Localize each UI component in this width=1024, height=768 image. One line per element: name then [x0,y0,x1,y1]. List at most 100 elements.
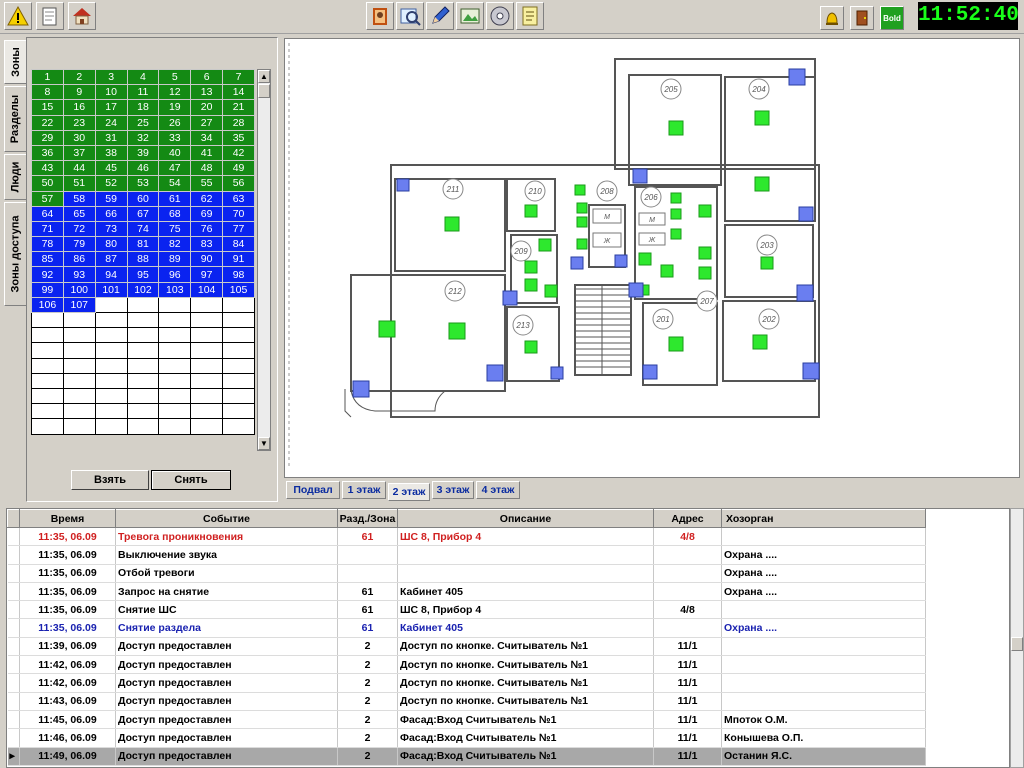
report-list-icon[interactable] [516,2,544,30]
zone-cell[interactable]: 44 [62,160,96,177]
event-row[interactable]: 11:35, 06.09 Тревога проникновения 61 ШС 8,… [7,527,926,547]
sensor-icon[interactable] [524,278,538,292]
zone-cell[interactable]: 6 [190,68,224,86]
take-button[interactable]: Взять [71,470,149,490]
zone-cell[interactable]: 103 [158,281,192,298]
operator-book-icon[interactable] [366,2,394,30]
tab-access-zones[interactable]: Зоны доступа [4,202,26,306]
zone-cell[interactable]: 81 [126,236,160,253]
zone-cell[interactable]: 1 [31,68,64,86]
event-row[interactable]: 11:46, 06.09 Доступ предоставлен 2 Фасад:Вх… [7,728,926,748]
zone-cell[interactable]: 25 [126,114,160,131]
zone-cell[interactable]: 5 [158,68,192,86]
column-header-owner[interactable]: Хозорган [721,509,926,528]
sensor-icon[interactable] [670,208,682,220]
zone-cell[interactable]: 11 [126,84,160,101]
zone-cell[interactable]: 84 [222,236,255,253]
sensor-icon[interactable] [670,228,682,240]
zone-cell[interactable]: 62 [190,190,224,207]
zone-cell[interactable]: 24 [94,114,128,131]
zone-cell[interactable]: 37 [62,144,96,162]
zone-cell[interactable]: 30 [62,129,96,146]
tab-floor-4[interactable]: 4 этаж [476,481,520,499]
zone-cell[interactable]: 64 [31,205,64,222]
sensor-icon[interactable] [752,334,768,350]
exit-door-icon[interactable] [850,6,874,30]
zone-cell[interactable]: 86 [62,251,96,268]
zone-cell[interactable]: 98 [222,266,255,283]
sensor-icon[interactable] [576,238,588,250]
zone-cell[interactable]: 49 [222,160,255,177]
sensor-icon[interactable] [538,238,552,252]
sensor-icon[interactable] [698,266,712,280]
sensor-icon[interactable] [444,216,460,232]
edit-pen-icon[interactable] [426,2,454,30]
column-header-event[interactable]: Событие [115,509,338,528]
zone-cell[interactable]: 104 [190,281,224,298]
zone-cell[interactable]: 42 [222,144,255,162]
zone-cell[interactable]: 65 [62,205,96,222]
sensor-icon[interactable] [524,340,538,354]
zone-cell[interactable]: 45 [94,160,128,177]
column-header-zone[interactable]: Разд./Зона [337,509,398,528]
sensor-icon[interactable] [576,202,588,214]
zone-cell[interactable]: 31 [94,129,128,146]
zone-cell[interactable]: 33 [158,129,192,146]
sensor-icon[interactable] [576,216,588,228]
event-row[interactable]: 11:35, 06.09 Запрос на снятие 61 Кабинет 40… [7,582,926,602]
sensor-icon[interactable] [378,320,396,338]
tab-people[interactable]: Люди [4,154,26,200]
event-log-scrollbar[interactable] [1010,508,1024,768]
zone-cell[interactable]: 38 [94,144,128,162]
event-row[interactable]: ▸ 11:49, 06.09 Доступ предоставлен 2 Фасад:В… [7,747,926,766]
zone-cell[interactable]: 10 [94,84,128,101]
disk-icon[interactable] [486,2,514,30]
zone-cell[interactable]: 18 [126,99,160,116]
zone-cell[interactable]: 29 [31,129,64,146]
reader-icon[interactable] [396,178,410,192]
zone-cell[interactable]: 88 [126,251,160,268]
sensor-icon[interactable] [668,120,684,136]
zone-cell[interactable]: 56 [222,175,255,192]
reader-icon[interactable] [788,68,806,86]
zone-cell[interactable]: 40 [158,144,192,162]
zone-cell[interactable]: 85 [31,251,64,268]
reader-icon[interactable] [550,366,564,380]
zone-cell[interactable]: 17 [94,99,128,116]
zone-cell[interactable]: 35 [222,129,255,146]
zone-cell[interactable]: 15 [31,99,64,116]
zone-cell[interactable]: 60 [126,190,160,207]
zone-cell[interactable] [158,296,192,314]
zone-cell[interactable]: 79 [62,236,96,253]
zone-cell[interactable]: 63 [222,190,255,207]
sensor-icon[interactable] [754,176,770,192]
sensor-icon[interactable] [448,322,466,340]
zone-cell[interactable]: 99 [31,281,64,298]
home-icon[interactable] [68,2,96,30]
zone-cell[interactable]: 43 [31,160,64,177]
zone-cell[interactable]: 13 [190,84,224,101]
zone-cell[interactable]: 46 [126,160,160,177]
sensor-icon[interactable] [574,184,586,196]
event-row[interactable]: 11:42, 06.09 Доступ предоставлен 2 Доступ п… [7,673,926,693]
scroll-up-icon[interactable]: ▲ [258,70,270,83]
map-search-icon[interactable] [396,2,424,30]
zone-cell[interactable]: 12 [158,84,192,101]
column-header-description[interactable]: Описание [397,509,654,528]
event-row[interactable]: 11:42, 06.09 Доступ предоставлен 2 Доступ п… [7,655,926,675]
zone-cell[interactable]: 97 [190,266,224,283]
zone-cell[interactable]: 69 [190,205,224,222]
zone-cell[interactable]: 78 [31,236,64,253]
zone-cell[interactable]: 26 [158,114,192,131]
reader-icon[interactable] [796,284,814,302]
zone-cell[interactable]: 89 [158,251,192,268]
event-row[interactable]: 11:35, 06.09 Снятие раздела 61 Кабинет 405 О… [7,618,926,638]
reader-icon[interactable] [614,254,628,268]
event-row[interactable]: 11:35, 06.09 Снятие ШС 61 ШС 8, Прибор 4 4/8 [7,600,926,620]
reader-icon[interactable] [802,362,820,380]
zone-cell[interactable]: 7 [222,68,255,86]
tab-floor-2[interactable]: 2 этаж [388,483,430,501]
zone-cell[interactable]: 87 [94,251,128,268]
column-header-time[interactable]: Время [19,509,116,528]
zone-cell[interactable]: 77 [222,220,255,238]
